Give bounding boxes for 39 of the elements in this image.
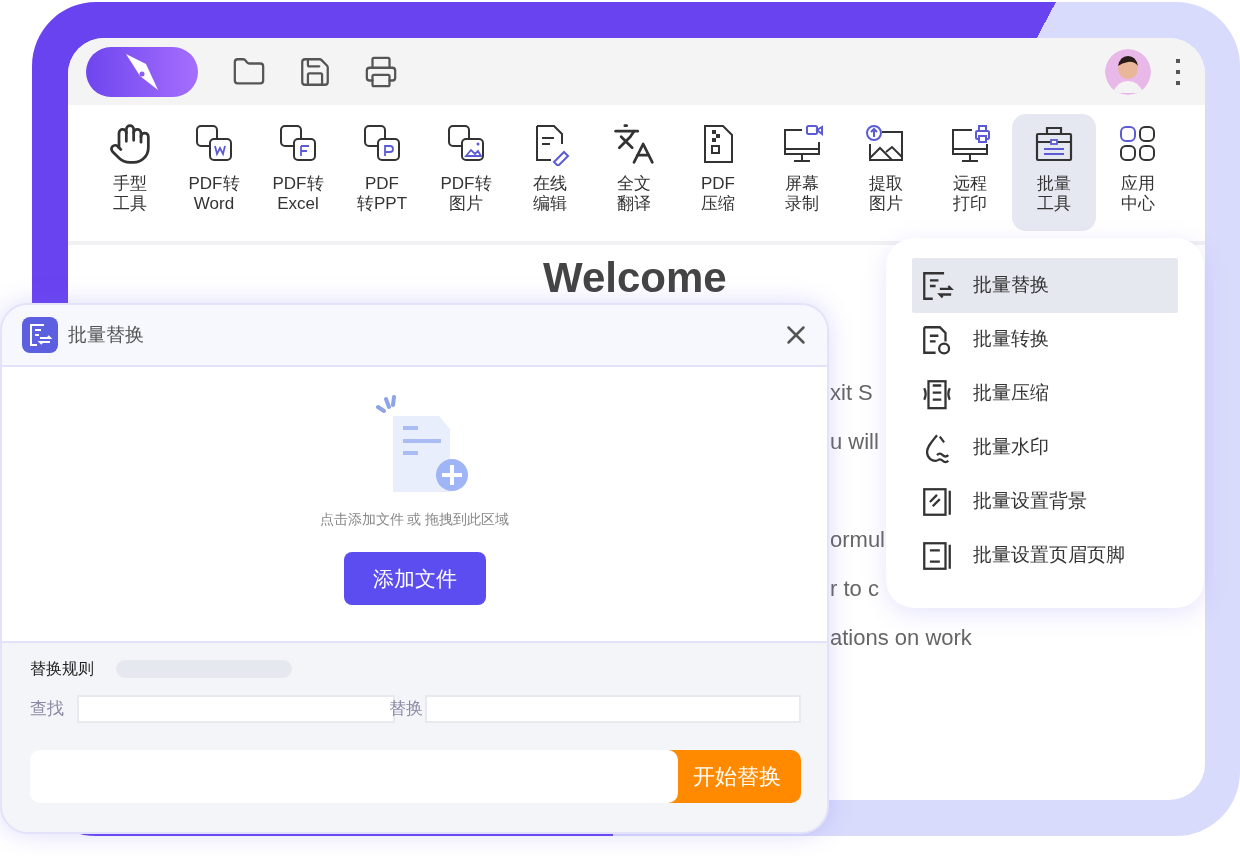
hand-icon [108,122,152,166]
add-file-button[interactable]: 添加文件 [343,552,486,605]
toolbar-button[interactable]: 屏幕 录制 [760,114,844,231]
welcome-text: xit S [830,379,873,407]
toolbar-button[interactable]: PDF转 Excel [256,114,340,231]
menu-item[interactable]: 批量转换 [912,312,1178,367]
find-label: 查找 [30,698,65,721]
welcome-text: r to c [830,575,879,603]
welcome-text: ations on work [830,624,972,652]
toolbar-button[interactable]: 提取 图片 [844,114,928,231]
welcome-heading: Welcome [543,257,727,299]
toolbar-button[interactable]: PDF转 图片 [424,114,508,231]
toolbar-button[interactable]: 远程 打印 [928,114,1012,231]
toolbar-button[interactable]: PDF 转PPT [340,114,424,231]
pen-nib-icon [124,51,160,92]
toolbar-button[interactable]: PDF 压缩 [676,114,760,231]
replace-label: 替换 [389,698,424,721]
upload-hint: 点击添加文件 或 拖拽到此区域 [319,510,510,529]
menu-item[interactable]: 批量设置背景 [912,474,1178,529]
toolbar-button[interactable]: PDF转 Word [172,114,256,231]
dialog-title: 批量替换 [68,322,144,347]
menu-item[interactable]: 批量水印 [912,420,1178,475]
print-icon[interactable] [364,54,398,89]
avatar[interactable] [1105,48,1151,95]
welcome-text: ormul [830,526,885,554]
menu-item[interactable]: 批量设置页眉页脚 [912,528,1178,583]
rules-label: 替换规则 [30,659,94,679]
translate-icon [612,122,656,166]
toolbar-button[interactable]: 在线 编辑 [508,114,592,231]
logo-button[interactable] [86,46,198,97]
menu-item[interactable]: 批量压缩 [912,366,1178,421]
toolbar-button[interactable]: 全文 翻译 [592,114,676,231]
menu-item[interactable]: 批量替换 [912,258,1178,313]
toolbar-button[interactable]: 应用 中心 [1096,114,1180,231]
toolbar-button[interactable]: 批量 工具 [1012,114,1096,231]
welcome-text: u will [830,428,879,456]
toolbar-button[interactable]: 手型 工具 [88,114,172,231]
replace-document-icon [22,317,58,353]
more-menu-icon[interactable] [1175,57,1181,86]
